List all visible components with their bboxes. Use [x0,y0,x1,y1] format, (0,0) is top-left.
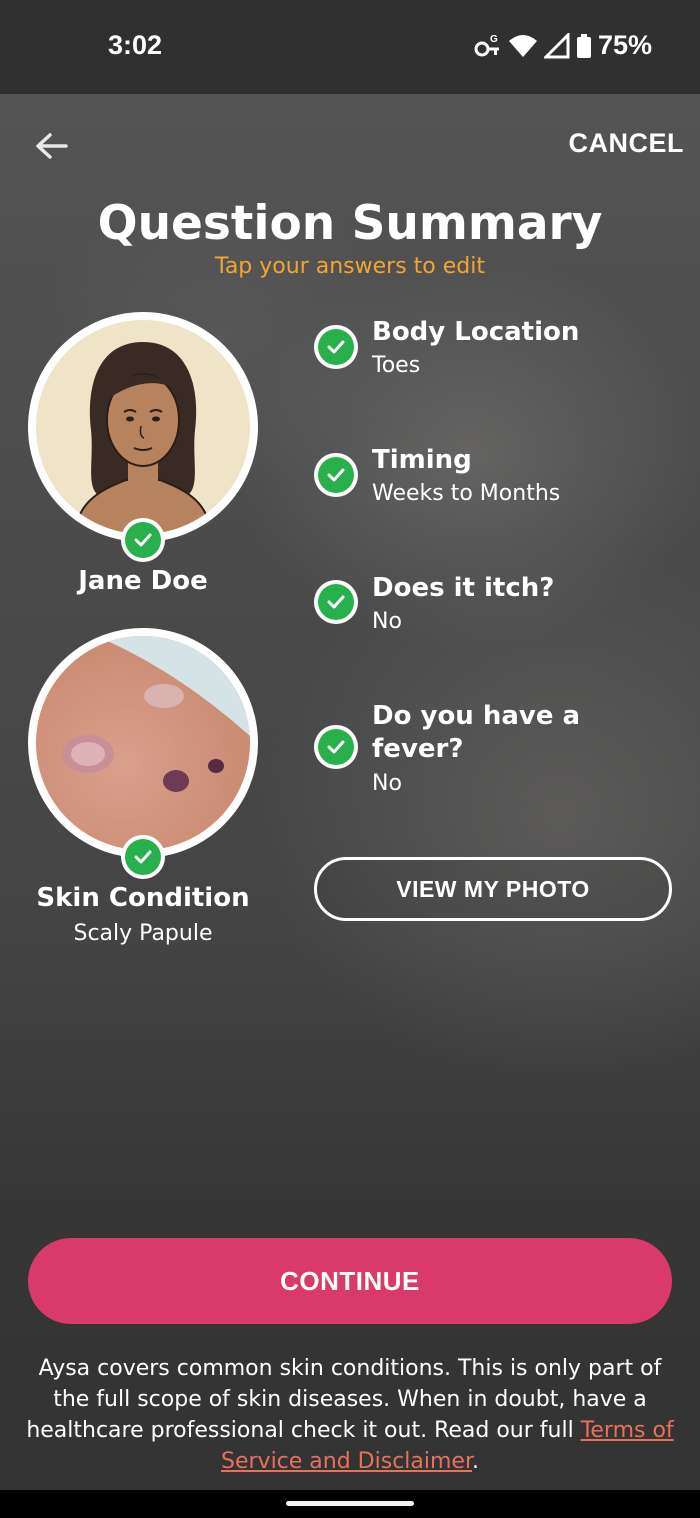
skin-condition-value: Scaly Papule [73,921,213,946]
svg-text:G: G [490,34,498,45]
page-subtitle: Tap your answers to edit [215,254,485,279]
answer-value: Toes [372,353,421,378]
answer-body-location[interactable]: Body Location Toes [314,316,684,386]
cancel-button[interactable]: CANCEL [569,128,685,159]
answer-fever[interactable]: Do you have a fever? No [314,700,684,800]
disclaimer-end: . [472,1449,479,1474]
answer-value: No [372,609,402,634]
continue-button[interactable]: CONTINUE [28,1238,672,1324]
answer-check-badge [314,325,358,369]
navigation-bar [0,1490,700,1518]
skin-condition-label[interactable]: Skin Condition [0,883,286,913]
answer-check-badge [314,725,358,769]
wifi-icon [508,34,537,57]
answer-check-badge [314,453,358,497]
view-my-photo-button[interactable]: VIEW MY PHOTO [314,857,672,921]
checkmark-icon [134,850,152,864]
back-button[interactable] [32,126,72,166]
answer-question: Body Location [372,317,580,347]
answer-question: Does it itch? [372,573,555,603]
avatar-illustration [36,320,250,534]
status-icons: G 75% [474,30,652,61]
answer-itch[interactable]: Does it itch? No [314,572,684,642]
answer-question: Do you have a fever? [372,701,581,764]
disclaimer-text: Aysa covers common skin conditions. This… [26,1356,662,1443]
page-title: Question Summary [97,196,603,251]
answer-timing[interactable]: Timing Weeks to Months [314,444,684,514]
checkmark-icon [327,468,345,482]
checkmark-icon [327,595,345,609]
profile-name[interactable]: Jane Doe [0,566,286,596]
answer-value: No [372,771,402,796]
skin-photo-image [36,636,250,850]
screen: 3:02 G 75% CANCEL Question Summary Tap y… [0,0,700,1518]
cellular-signal-icon [543,32,570,58]
profile-check-badge [121,518,165,562]
vpn-key-icon: G [474,34,499,56]
checkmark-icon [327,340,345,354]
status-bar: 3:02 G 75% [0,0,700,94]
arrow-left-icon [36,133,68,159]
status-time: 3:02 [108,30,163,60]
disclaimer: Aysa covers common skin conditions. This… [20,1353,680,1477]
battery-percentage: 75% [597,30,652,60]
skin-condition-check-badge [121,835,165,879]
battery-icon [576,33,591,58]
home-handle[interactable] [286,1501,414,1506]
profile-avatar[interactable] [28,312,258,542]
skin-condition-photo[interactable] [28,628,258,858]
checkmark-icon [134,533,152,547]
answer-value: Weeks to Months [372,481,561,506]
answer-check-badge [314,580,358,624]
checkmark-icon [327,740,345,754]
answer-question: Timing [372,445,472,475]
